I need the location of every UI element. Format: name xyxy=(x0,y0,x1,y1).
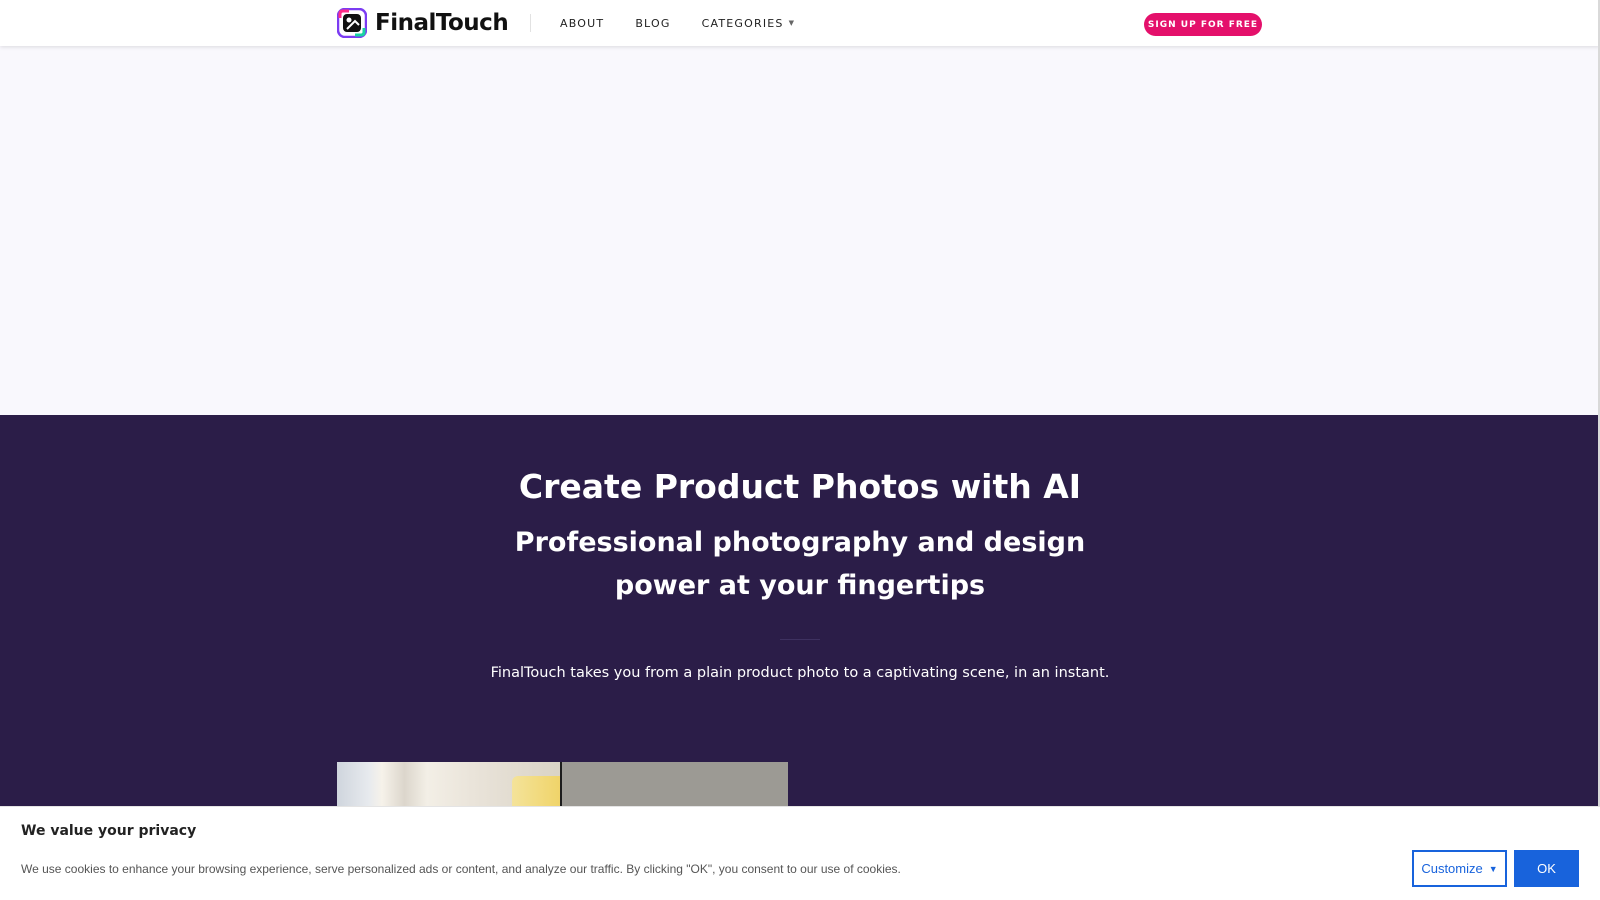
customize-button[interactable]: Customize ▼ xyxy=(1412,850,1507,887)
signup-button[interactable]: SIGN UP FOR FREE xyxy=(1144,13,1262,36)
nav-categories-label: CATEGORIES xyxy=(701,16,784,30)
main-nav: ABOUT BLOG CATEGORIES ▼ xyxy=(560,0,826,46)
cookie-text: We use cookies to enhance your browsing … xyxy=(21,862,901,876)
nav-about[interactable]: ABOUT xyxy=(560,17,604,30)
cookie-banner: We value your privacy We use cookies to … xyxy=(0,806,1600,900)
site-header: FinalTouch ABOUT BLOG CATEGORIES ▼ SIGN … xyxy=(0,0,1600,46)
hero-description: FinalTouch takes you from a plain produc… xyxy=(490,665,1110,681)
chevron-down-icon: ▼ xyxy=(788,19,796,27)
logo-text: FinalTouch xyxy=(375,10,509,36)
ok-button[interactable]: OK xyxy=(1514,850,1579,887)
hero-divider xyxy=(780,639,820,640)
logo-link[interactable]: FinalTouch xyxy=(336,7,509,39)
hero-title: Create Product Photos with AI xyxy=(518,467,1082,506)
finaltouch-logo-icon xyxy=(336,7,368,39)
nav-blog[interactable]: BLOG xyxy=(635,17,670,30)
customize-label: Customize xyxy=(1421,861,1483,876)
nav-categories[interactable]: CATEGORIES ▼ xyxy=(702,17,796,30)
hero-subtitle: Professional photography and design powe… xyxy=(514,527,1086,601)
caret-down-icon: ▼ xyxy=(1488,863,1498,874)
header-divider xyxy=(530,14,531,32)
cookie-title: We value your privacy xyxy=(21,823,197,839)
